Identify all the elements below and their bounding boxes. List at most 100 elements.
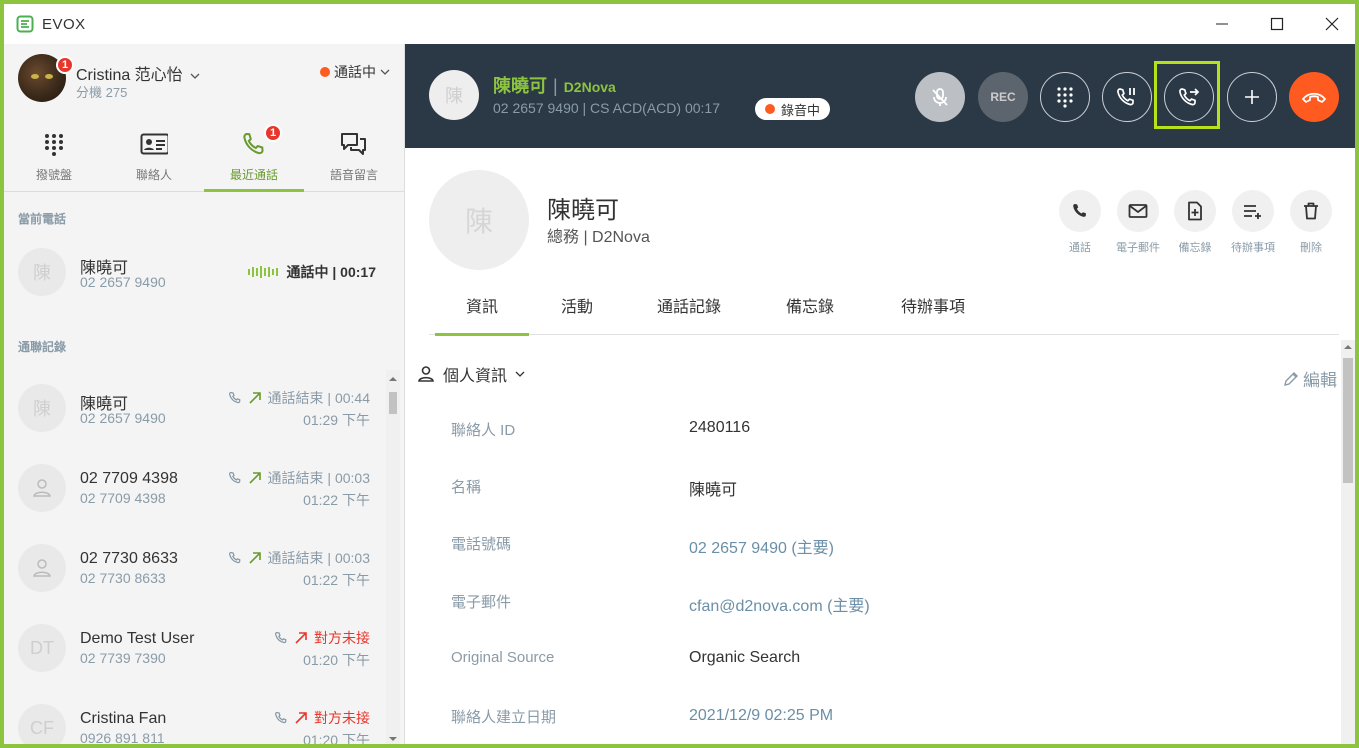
delete-action-button[interactable]: 刪除 <box>1289 190 1333 255</box>
edit-button[interactable]: 編輯 <box>1283 366 1337 391</box>
field-label: 聯絡人 ID <box>451 422 516 439</box>
task-add-icon <box>1244 205 1261 219</box>
audio-wave-icon <box>248 266 279 278</box>
hold-button[interactable] <box>1102 72 1152 122</box>
call-status: 通話結束 | 00:44 <box>228 388 370 408</box>
tab-voicemail[interactable]: 語音留言 <box>304 124 404 192</box>
tab-contacts[interactable]: 聯絡人 <box>104 124 204 192</box>
call-status: 通話中 | 00:17 <box>248 262 376 282</box>
contact-card-icon <box>140 133 168 155</box>
scroll-down-icon[interactable] <box>386 734 400 744</box>
hang-up-button[interactable] <box>1289 72 1339 122</box>
tab-dialpad[interactable]: 撥號盤 <box>4 124 104 192</box>
list-item[interactable]: 陳 陳曉可 02 2657 9490 通話結束 | 00:44 01:29 下午 <box>4 370 384 448</box>
caller-number: 02 2657 9490 <box>80 410 166 426</box>
contact-id-value: 2480116 <box>689 419 751 436</box>
transfer-highlight-box <box>1154 61 1220 129</box>
caller-name: Cristina Fan <box>80 710 167 727</box>
phone-icon <box>275 631 287 644</box>
phone-icon <box>243 132 264 155</box>
call-status: 通話結束 | 00:03 <box>228 548 370 568</box>
field-label: 電子郵件 <box>451 594 512 611</box>
plus-icon <box>1245 90 1259 104</box>
avatar: CF <box>18 704 66 744</box>
caller-name: Demo Test User <box>80 630 195 647</box>
trash-icon <box>1304 202 1318 220</box>
list-item[interactable]: CF Cristina Fan 0926 891 811 對方未接 01:20 … <box>4 690 384 748</box>
email-action-button[interactable]: 電子郵件 <box>1116 190 1160 255</box>
add-call-button[interactable] <box>1227 72 1277 122</box>
active-call-bar: 陳 陳曉可 | D2Nova 02 2657 9490 | CS ACD(ACD) … <box>405 44 1355 148</box>
history-scrollbar[interactable] <box>386 370 400 744</box>
field-label: 名稱 <box>451 479 482 496</box>
caller-name: 02 7709 4398 <box>80 470 178 487</box>
tab-todos[interactable]: 待辦事項 <box>883 274 983 335</box>
record-button[interactable]: REC <box>978 72 1028 122</box>
outgoing-arrow-missed-icon <box>295 632 307 644</box>
notification-badge: 1 <box>56 56 74 74</box>
note-add-icon <box>1188 201 1202 221</box>
email-link[interactable]: cfan@d2nova.com (主要) <box>689 592 870 616</box>
tab-call-log[interactable]: 通話記錄 <box>639 274 739 335</box>
details-scrollbar[interactable] <box>1341 340 1355 744</box>
note-action-button[interactable]: 備忘錄 <box>1173 190 1217 255</box>
contact-subtitle: 總務 | D2Nova <box>547 229 650 246</box>
tab-notes[interactable]: 備忘錄 <box>765 274 855 335</box>
current-call-item[interactable]: 陳 陳曉可 02 2657 9490 通話中 | 00:17 <box>4 234 384 312</box>
list-item[interactable]: DT Demo Test User 02 7739 7390 對方未接 01:2… <box>4 610 384 688</box>
person-icon <box>33 479 51 497</box>
active-call-name: 陳曉可 | D2Nova <box>493 76 616 96</box>
minimize-icon <box>1216 23 1228 25</box>
field-label: Original Source <box>451 649 555 666</box>
keypad-button[interactable] <box>1040 72 1090 122</box>
tab-info[interactable]: 資訊 <box>435 274 529 336</box>
chevron-down-icon <box>515 371 525 377</box>
scroll-up-icon[interactable] <box>386 374 400 384</box>
avatar: 陳 <box>18 248 66 296</box>
todo-action-button[interactable]: 待辦事項 <box>1231 190 1275 255</box>
call-time: 01:29 下午 <box>303 412 370 428</box>
scrollbar-thumb[interactable] <box>1343 358 1353 483</box>
status-dot-icon <box>320 67 330 77</box>
outgoing-arrow-icon <box>248 392 261 404</box>
app-title: EVOX <box>42 16 86 33</box>
tab-activity[interactable]: 活動 <box>539 274 615 335</box>
phone-hold-icon <box>1117 88 1135 106</box>
left-panel: 1 Cristina 范心怡 分機 275 通話中 撥號盤 聯絡人 1 最近通話… <box>4 44 405 748</box>
tab-recent-calls[interactable]: 1 最近通話 <box>204 124 304 192</box>
personal-info-toggle[interactable]: 個人資訊 <box>417 362 525 386</box>
minimize-button[interactable] <box>1202 10 1242 38</box>
active-call-avatar: 陳 <box>429 70 479 120</box>
right-panel: 陳 陳曉可 | D2Nova 02 2657 9490 | CS ACD(ACD) … <box>405 44 1355 744</box>
section-title: 個人資訊 <box>443 368 508 385</box>
call-status: 對方未接 <box>274 628 370 648</box>
chevron-down-icon <box>190 73 200 79</box>
list-item[interactable]: 02 7709 4398 02 7709 4398 通話結束 | 00:03 0… <box>4 450 384 528</box>
phone-icon <box>1073 204 1086 217</box>
mute-button[interactable] <box>915 72 965 122</box>
phone-icon <box>228 551 240 564</box>
scrollbar-thumb[interactable] <box>389 392 397 414</box>
phone-icon <box>275 711 287 724</box>
scroll-up-icon[interactable] <box>1341 342 1355 352</box>
close-button[interactable] <box>1312 10 1352 38</box>
phone-icon <box>228 391 240 404</box>
user-profile[interactable]: 1 Cristina 范心怡 分機 275 通話中 <box>18 54 398 110</box>
caller-name: 02 7730 8633 <box>80 550 178 567</box>
recent-calls-badge: 1 <box>264 124 282 142</box>
app-window: EVOX 1 Cristina 范心怡 分機 275 通話中 撥號盤 聯絡人 1… <box>0 0 1359 748</box>
call-time: 01:20 下午 <box>303 652 370 668</box>
call-time: 01:22 下午 <box>303 572 370 588</box>
caller-number: 02 7709 4398 <box>80 490 166 506</box>
maximize-button[interactable] <box>1257 10 1297 38</box>
list-item[interactable]: 02 7730 8633 02 7730 8633 通話結束 | 00:03 0… <box>4 530 384 608</box>
maximize-icon <box>1270 17 1284 31</box>
phone-link[interactable]: 02 2657 9490 (主要) <box>689 534 834 558</box>
call-time: 01:20 下午 <box>303 732 370 748</box>
contact-tabs: 資訊 活動 通話記錄 備忘錄 待辦事項 <box>429 274 1339 336</box>
call-action-button[interactable]: 通話 <box>1058 190 1102 255</box>
outgoing-arrow-icon <box>248 472 261 484</box>
close-icon <box>1325 17 1339 31</box>
main-nav: 撥號盤 聯絡人 1 最近通話 語音留言 <box>4 124 405 192</box>
presence-status-dropdown[interactable]: 通話中 <box>320 62 390 82</box>
